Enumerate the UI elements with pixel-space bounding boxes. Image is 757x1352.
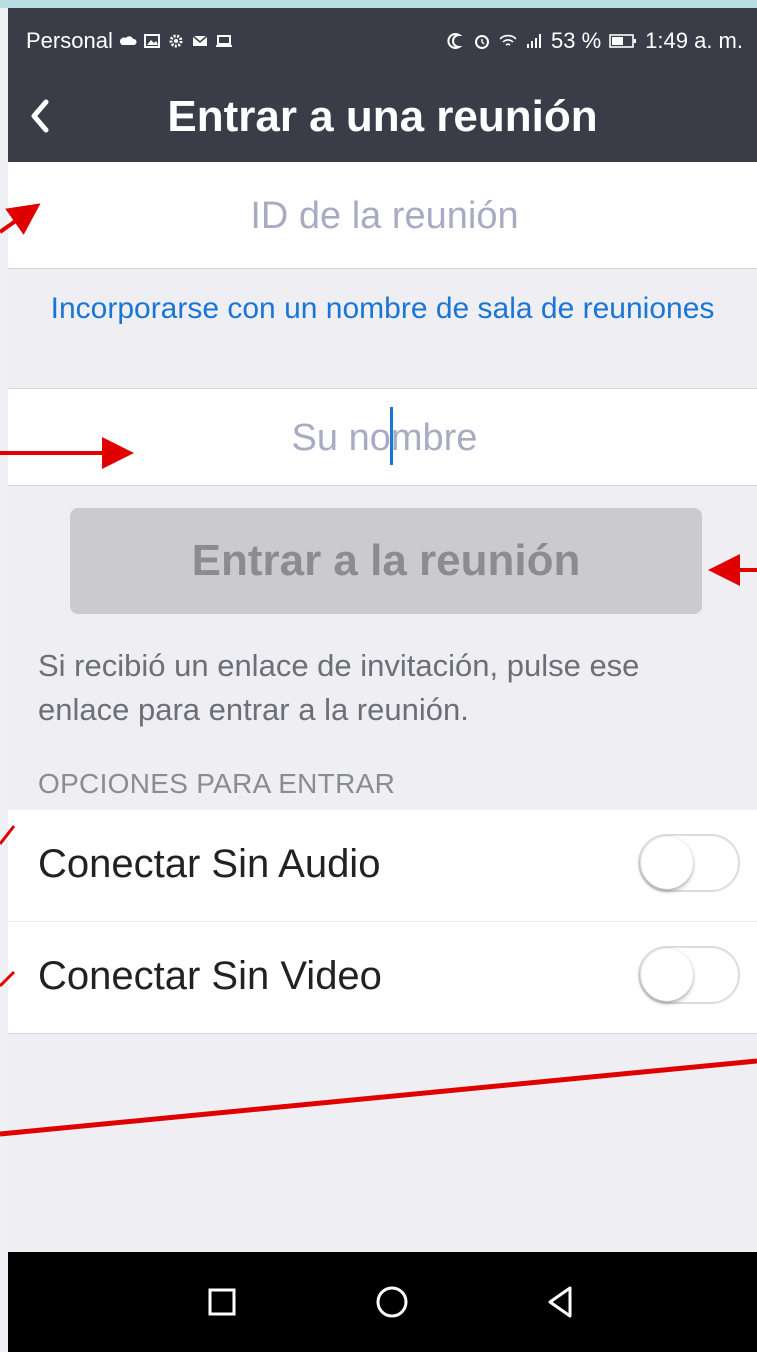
meeting-id-field[interactable] [8,162,757,270]
toggle-knob [641,837,693,889]
signal-icon [527,34,541,48]
carrier-label: Personal [26,28,113,53]
name-input[interactable] [8,389,757,487]
phone-call-icon [447,33,463,49]
square-icon[interactable] [200,1280,244,1324]
triangle-back-icon[interactable] [538,1280,582,1324]
cloud-icon [119,36,137,45]
join-with-room-name-link[interactable]: Incorporarse con un nombre de sala de re… [8,288,757,330]
option-no-video-label: Conectar Sin Video [38,954,382,998]
option-no-audio-label: Conectar Sin Audio [38,842,381,886]
status-bar: Personal 53 % 1:49 a. m. [8,8,757,72]
alarm-icon [475,35,489,49]
wifi-icon [499,34,517,46]
toggle-knob [641,949,693,1001]
text-caret [390,407,393,465]
status-left: Personal [26,28,233,54]
image-icon [143,34,160,48]
meeting-id-input[interactable] [8,162,757,270]
battery-percent: 53 % [551,28,602,53]
settings-icon [169,34,183,48]
frame-top-border [0,0,757,8]
page-title: Entrar a una reunión [167,92,598,141]
android-navigation-bar [8,1252,757,1352]
laptop-icon [215,35,232,47]
no-video-toggle[interactable] [638,946,740,1004]
circle-icon[interactable] [370,1280,414,1324]
mail-icon [192,35,208,46]
phone-screen: Personal 53 % 1:49 a. m. Entrar a una re… [8,8,757,1352]
clock: 1:49 a. m. [645,28,743,53]
invitation-hint: Si recibió un enlace de invitación, puls… [38,648,640,727]
battery-icon [609,34,637,48]
navigation-bar: Entrar a una reunión [8,72,757,162]
options-section-header: OPCIONES PARA ENTRAR [38,768,396,799]
join-options-list: Conectar Sin Audio Conectar Sin Video [8,810,757,1034]
no-audio-toggle[interactable] [638,834,740,892]
join-meeting-button[interactable]: Entrar a la reunión [70,508,702,614]
status-right: 53 % 1:49 a. m. [447,28,743,54]
name-field[interactable] [8,388,757,487]
option-no-audio: Conectar Sin Audio [8,810,757,921]
option-no-video: Conectar Sin Video [8,921,757,1033]
